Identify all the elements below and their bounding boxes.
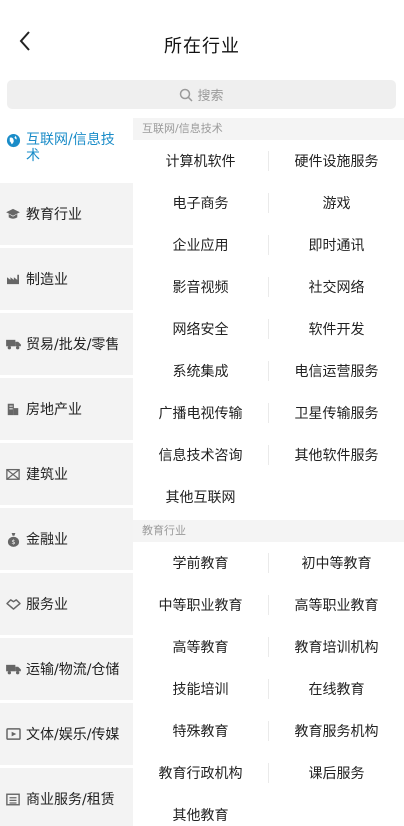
divider [268,763,269,783]
header-bar: 所在行业 [0,0,404,70]
industry-tag[interactable]: 网络安全 [133,309,268,349]
industry-tag[interactable]: 特殊教育 [133,711,268,751]
industry-tag[interactable]: 广播电视传输 [133,393,268,433]
sidebar-item-label: 金融业 [26,532,68,548]
sidebar-item-internet-it[interactable]: 互联网/信息技术 [0,118,133,180]
svg-text:$: $ [11,538,15,546]
sidebar-item-education[interactable]: 教育行业 [0,183,133,245]
sidebar-item-business-services[interactable]: 商业服务/租赁 [0,768,133,826]
industry-tag[interactable]: 即时通讯 [269,225,404,265]
graduation-cap-icon [5,206,21,222]
sidebar-item-label: 制造业 [26,272,68,288]
divider [268,277,269,297]
divider [268,679,269,699]
sidebar-item-label: 服务业 [26,597,68,613]
divider [268,637,269,657]
sidebar-item-label: 建筑业 [26,467,68,483]
globe-icon [5,132,21,148]
delivery-truck-icon [5,661,21,677]
industry-tag[interactable]: 系统集成 [133,351,268,391]
sidebar-item-logistics[interactable]: 运输/物流/仓储 [0,638,133,700]
industry-tag[interactable]: 信息技术咨询 [133,435,268,475]
industry-tag[interactable]: 电子商务 [133,183,268,223]
briefcase-icon [5,791,21,807]
sidebar-item-construction[interactable]: 建筑业 [0,443,133,505]
industry-tag[interactable]: 初中等教育 [269,543,404,583]
divider [268,595,269,615]
section-header: 教育行业 [133,520,404,542]
section-header: 互联网/信息技术 [133,118,404,140]
industry-tag[interactable]: 课后服务 [269,753,404,793]
search-icon [179,88,194,102]
divider [268,553,269,573]
divider [268,235,269,255]
sidebar-item-manufacturing[interactable]: 制造业 [0,248,133,310]
factory-icon [5,271,21,287]
divider [268,445,269,465]
industry-tag[interactable]: 企业应用 [133,225,268,265]
industry-tag[interactable]: 教育服务机构 [269,711,404,751]
industry-tag[interactable]: 其他教育 [133,795,268,826]
industry-sidebar: 互联网/信息技术 教育行业 制造业 贸易/批发/零售 房地产业 建筑业 $ 金融… [0,118,133,826]
search-input[interactable]: 搜索 [7,80,396,109]
sidebar-item-label: 文体/娱乐/传媒 [26,727,120,743]
sidebar-item-label: 商业服务/租赁 [26,792,115,808]
truck-icon [5,336,21,352]
industry-tag[interactable]: 高等教育 [133,627,268,667]
search-placeholder: 搜索 [197,89,224,104]
screen-icon [5,726,21,742]
industry-tag[interactable]: 学前教育 [133,543,268,583]
industry-tag[interactable]: 其他互联网 [133,477,268,517]
sidebar-item-media[interactable]: 文体/娱乐/传媒 [0,703,133,765]
industry-tag[interactable]: 社交网络 [269,267,404,307]
sidebar-item-label: 贸易/批发/零售 [26,337,120,353]
sidebar-item-label: 教育行业 [26,207,82,223]
divider [268,319,269,339]
industry-tag[interactable]: 卫星传输服务 [269,393,404,433]
divider [268,721,269,741]
divider [268,151,269,171]
industry-tag[interactable]: 软件开发 [269,309,404,349]
industry-tag[interactable]: 硬件设施服务 [269,141,404,181]
sidebar-item-real-estate[interactable]: 房地产业 [0,378,133,440]
industry-tag[interactable]: 高等职业教育 [269,585,404,625]
industry-content: 互联网/信息技术 计算机软件 硬件设施服务 电子商务 游戏 企业应用 即时通讯 … [133,118,404,826]
sidebar-item-trade[interactable]: 贸易/批发/零售 [0,313,133,375]
construction-icon [5,466,21,482]
industry-tag[interactable]: 影音视频 [133,267,268,307]
page-title: 所在行业 [164,36,240,57]
industry-tag[interactable]: 电信运营服务 [269,351,404,391]
handshake-icon [5,596,21,612]
sidebar-item-services[interactable]: 服务业 [0,573,133,635]
sidebar-item-finance[interactable]: $ 金融业 [0,508,133,570]
industry-tag[interactable]: 技能培训 [133,669,268,709]
divider [268,193,269,213]
money-bag-icon: $ [5,531,21,547]
industry-tag[interactable]: 计算机软件 [133,141,268,181]
sidebar-item-label: 房地产业 [26,402,82,418]
industry-tag[interactable]: 其他软件服务 [269,435,404,475]
divider [268,361,269,381]
sidebar-item-label: 互联网/信息技术 [26,132,115,164]
building-icon [5,401,21,417]
industry-tag[interactable]: 教育培训机构 [269,627,404,667]
industry-tag[interactable]: 游戏 [269,183,404,223]
industry-tag[interactable]: 教育行政机构 [133,753,268,793]
sidebar-item-label: 运输/物流/仓储 [26,662,120,678]
industry-tag[interactable]: 在线教育 [269,669,404,709]
industry-tag[interactable]: 中等职业教育 [133,585,268,625]
divider [268,403,269,423]
